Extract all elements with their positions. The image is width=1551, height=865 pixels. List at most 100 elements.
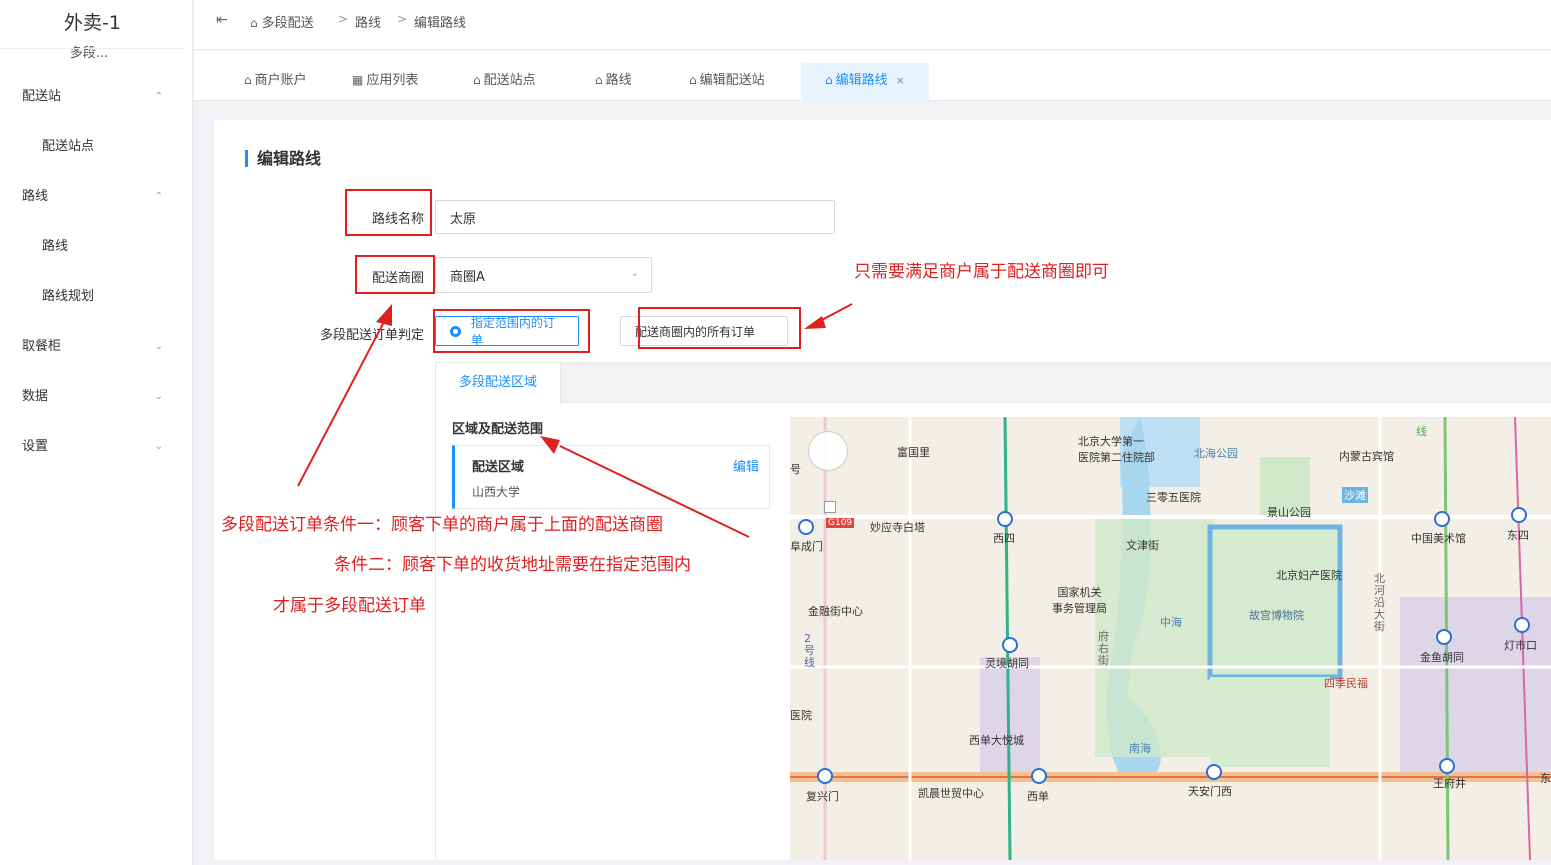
tab-merchant-account[interactable]: ⌂ 商户账户	[244, 63, 307, 101]
page-title: 编辑路线	[245, 150, 321, 167]
tab-edit-route[interactable]: ⌂ 编辑路线 ×	[801, 63, 929, 101]
divider	[0, 48, 185, 49]
map-label: 西单	[1027, 790, 1049, 803]
map-label: 故宫博物院	[1249, 609, 1304, 622]
metro-station-icon	[1514, 617, 1530, 633]
sidebar-item-data[interactable]: 数据 ⌄	[0, 377, 185, 417]
metro-station-icon	[1436, 629, 1452, 645]
chevron-down-icon: ⌄	[154, 391, 163, 402]
map-label: 北 河 沿 大 街	[1374, 572, 1385, 633]
tab-label: 配送站点	[483, 73, 536, 88]
highlight-in-range-option	[433, 309, 590, 353]
route-name-input[interactable]: 太原	[435, 200, 835, 234]
chevron-up-icon: ⌃	[154, 191, 163, 202]
map-label: 东四	[1507, 529, 1529, 542]
map-view[interactable]: 富国里 北京大学第一 医院第二住院部 北海公园 内蒙古宾馆 三零五医院 景山公园…	[790, 417, 1551, 860]
tab-edit-station[interactable]: ⌂ 编辑配送站	[689, 63, 765, 101]
tab-label: 编辑路线	[835, 73, 888, 88]
map-label: G109	[826, 518, 855, 528]
map-label: 灵境胡同	[985, 657, 1029, 670]
chevron-down-icon: ⌄	[154, 441, 163, 452]
sidebar-item-label: 路线规划	[42, 289, 95, 304]
tab-multi-delivery-region[interactable]: 多段配送区域	[436, 363, 561, 404]
highlight-district	[355, 255, 435, 294]
tab-station-points[interactable]: ⌂ 配送站点	[473, 63, 536, 101]
tab-label: 路线	[605, 73, 632, 88]
sidebar-item-label: 配送站	[22, 89, 62, 104]
map-label: 中国美术馆	[1411, 532, 1466, 545]
map-label: 三零五医院	[1146, 491, 1201, 504]
home-icon: ⌂	[595, 73, 603, 87]
map-label: 北京妇产医院	[1276, 569, 1342, 582]
map-pan-control[interactable]	[808, 431, 848, 471]
home-icon: ⌂	[250, 16, 258, 30]
app-title: 外卖-1	[64, 12, 121, 34]
map-label: 阜成门	[790, 540, 823, 553]
tab-app-list[interactable]: ▦ 应用列表	[352, 63, 418, 101]
district-select-value: 商圈A	[450, 269, 485, 285]
region-item[interactable]: 配送区域 山西大学 编辑	[452, 445, 770, 509]
metro-station-icon	[1434, 511, 1450, 527]
sidebar-item-route[interactable]: 路线	[0, 227, 185, 267]
map-label: 南海	[1129, 742, 1151, 755]
sidebar-item-station-points[interactable]: 配送站点	[0, 127, 185, 167]
metro-station-icon	[1206, 764, 1222, 780]
metro-station-icon	[817, 768, 833, 784]
map-label: 文津街	[1126, 539, 1159, 552]
home-icon: ⌂	[689, 73, 697, 87]
sidebar-item-label: 配送站点	[42, 139, 95, 154]
metro-station-icon	[997, 511, 1013, 527]
map-label: 凯晨世贸中心	[918, 787, 984, 800]
sidebar-item-routes[interactable]: 路线 ⌃	[0, 177, 185, 217]
zoom-in-button[interactable]	[824, 501, 836, 513]
sidebar-item-label: 路线	[22, 189, 49, 204]
map-label: 东	[1540, 772, 1551, 785]
metro-station-icon	[1031, 768, 1047, 784]
map-label: 西单大悦城	[969, 734, 1024, 747]
map-label: 金鱼胡同	[1420, 651, 1464, 664]
metro-station-icon	[1002, 637, 1018, 653]
chevron-down-icon: ⌄	[630, 268, 639, 279]
close-icon[interactable]: ×	[896, 74, 905, 87]
region-location: 山西大学	[472, 485, 521, 499]
map-label: 妙应寺白塔	[870, 521, 925, 534]
region-section-title: 区域及配送范围	[452, 422, 544, 437]
district-select[interactable]: 商圈A ⌄	[435, 257, 652, 293]
apps-icon: ▦	[352, 73, 364, 87]
tab-route[interactable]: ⌂ 路线	[595, 63, 632, 101]
chevron-down-icon: ⌄	[154, 341, 163, 352]
map-label: 复兴门	[806, 790, 839, 803]
sidebar-item-label: 数据	[22, 389, 49, 404]
breadcrumb-item-edit-route: 编辑路线	[414, 16, 467, 31]
map-label: 四季民福	[1324, 677, 1368, 690]
map-label: 北京大学第一 医院第二住院部	[1078, 435, 1155, 464]
map-label: 景山公园	[1267, 506, 1311, 519]
breadcrumb-label: 多段配送	[261, 16, 314, 31]
breadcrumb-item-multi-delivery[interactable]: ⌂ 多段配送	[250, 12, 314, 31]
annotation-note: 才属于多段配送订单	[273, 596, 426, 616]
edit-region-link[interactable]: 编辑	[733, 456, 759, 475]
annotation-note: 条件二：顾客下单的收货地址需要在指定范围内	[334, 555, 691, 575]
annotation-note: 只需要满足商户属于配送商圈即可	[854, 262, 1109, 282]
breadcrumb-separator: >	[338, 12, 349, 26]
sidebar-item-route-planning[interactable]: 路线规划	[0, 277, 185, 317]
sidebar-item-delivery-station[interactable]: 配送站 ⌃	[0, 77, 185, 117]
map-label: 富国里	[897, 446, 930, 459]
menu-fold-icon[interactable]: ⇤	[216, 12, 228, 28]
chevron-up-icon: ⌃	[154, 91, 163, 102]
sidebar-item-settings[interactable]: 设置 ⌄	[0, 427, 185, 467]
map-label: 金融街中心	[808, 605, 863, 618]
tab-bar: ⌂ 商户账户 ▦ 应用列表 ⌂ 配送站点 ⌂ 路线 ⌂ 编辑配送站 ⌂ 编辑路线 ×	[194, 51, 1551, 101]
sidebar-item-locker[interactable]: 取餐柜 ⌄	[0, 327, 185, 367]
map-label: 府 右 街	[1098, 630, 1109, 667]
order-rule-label: 多段配送订单判定	[319, 328, 424, 343]
home-icon: ⌂	[825, 73, 833, 87]
metro-station-icon	[798, 519, 814, 535]
map-label: 沙滩	[1342, 487, 1368, 503]
highlight-all-orders-option	[638, 307, 801, 349]
tab-label: 编辑配送站	[699, 73, 765, 88]
breadcrumb-item-routes[interactable]: 路线	[355, 12, 381, 31]
breadcrumb-separator: >	[397, 12, 408, 26]
map-label: 号	[790, 463, 801, 476]
sidebar: 外卖-1 多段... 配送站 ⌃ 配送站点 路线 ⌃ 路线 路线规划 取餐柜 ⌄…	[0, 0, 193, 865]
